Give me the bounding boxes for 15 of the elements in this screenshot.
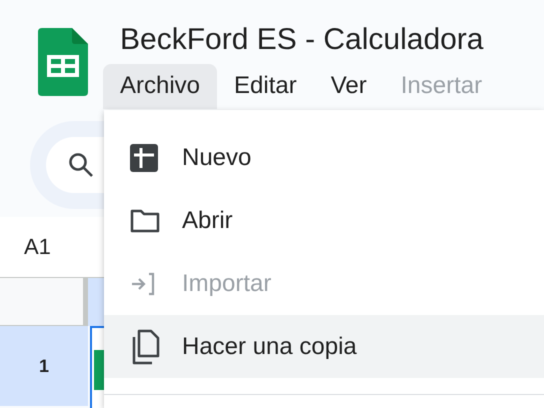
search-icon[interactable] <box>68 152 94 178</box>
row-header[interactable]: 1 <box>0 326 88 406</box>
copy-icon <box>130 328 160 364</box>
spreadsheet-logo-icon[interactable] <box>38 28 88 96</box>
name-box[interactable]: A1 <box>24 234 51 260</box>
menu-bar-item[interactable]: Editar <box>217 64 314 109</box>
menu-bar-item[interactable]: Archivo <box>103 64 218 109</box>
folder-icon <box>130 208 160 232</box>
menu-item[interactable]: Nuevo <box>104 126 544 189</box>
plus-square-icon <box>130 144 158 172</box>
menu-bar-item[interactable]: Ver <box>314 64 384 109</box>
menu-item[interactable]: Hacer una copia <box>104 315 544 378</box>
import-icon <box>130 272 156 296</box>
document-title[interactable]: BeckFord ES - Calculadora <box>120 20 500 60</box>
menu-item[interactable]: Abrir <box>104 189 544 252</box>
